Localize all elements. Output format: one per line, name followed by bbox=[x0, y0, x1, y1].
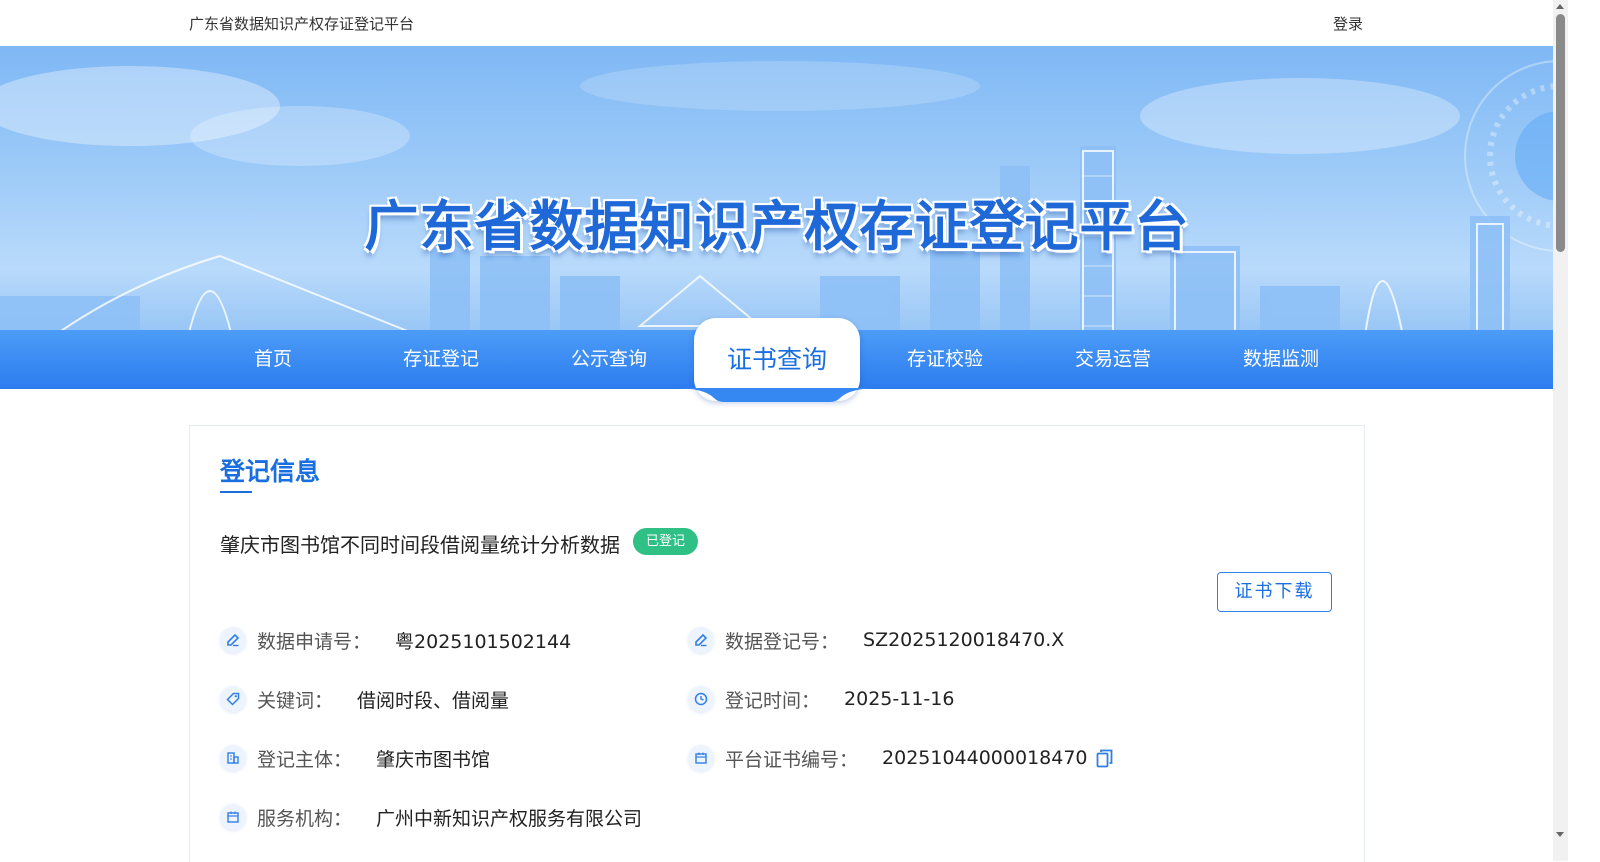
field-certificate-no: 平台证书编号： 20251044000018470 bbox=[688, 743, 1113, 773]
nav-item-home[interactable]: 首页 bbox=[189, 330, 357, 389]
field-label: 登记时间： bbox=[725, 689, 821, 712]
field-label: 数据申请号： bbox=[257, 630, 372, 653]
nav-item-public-query[interactable]: 公示查询 bbox=[525, 330, 693, 389]
registration-info-card: 登记信息 肇庆市图书馆不同时间段借阅量统计分析数据 已登记 证书下载 数据申请号… bbox=[189, 425, 1365, 862]
scrollbar-thumb[interactable] bbox=[1556, 14, 1565, 252]
calendar-icon bbox=[688, 745, 714, 771]
nav-item-data-monitoring[interactable]: 数据监测 bbox=[1197, 330, 1365, 389]
field-value: 粤2025101502144 bbox=[395, 630, 572, 653]
field-label: 登记主体： bbox=[257, 748, 353, 771]
field-registration-no: 数据登记号： SZ2025120018470.X bbox=[688, 625, 1064, 655]
login-link[interactable]: 登录 bbox=[1333, 13, 1363, 34]
copy-icon[interactable] bbox=[1096, 749, 1113, 768]
nav-item-deposit-verification[interactable]: 存证校验 bbox=[861, 330, 1029, 389]
field-value: 2025-11-16 bbox=[844, 688, 955, 710]
page-scrollbar[interactable] bbox=[1553, 0, 1568, 861]
field-label: 平台证书编号： bbox=[725, 748, 859, 771]
main-nav: 首页 存证登记 公示查询 证书查询 存证校验 交易运营 数据监测 bbox=[0, 318, 1553, 401]
field-keywords: 关键词： 借阅时段、借阅量 bbox=[220, 684, 509, 714]
scroll-up-icon[interactable] bbox=[1556, 4, 1564, 9]
edit-icon bbox=[688, 627, 714, 653]
field-value: 广州中新知识产权服务有限公司 bbox=[376, 807, 643, 830]
field-label: 关键词： bbox=[257, 689, 334, 712]
field-value: 肇庆市图书馆 bbox=[376, 748, 491, 771]
record-title: 肇庆市图书馆不同时间段借阅量统计分析数据 bbox=[220, 533, 620, 557]
status-badge: 已登记 bbox=[633, 528, 699, 555]
top-bar: 广东省数据知识产权存证登记平台 登录 bbox=[0, 0, 1553, 47]
edit-icon bbox=[220, 627, 246, 653]
field-label: 数据登记号： bbox=[725, 630, 840, 653]
field-value: 20251044000018470 bbox=[882, 747, 1088, 769]
section-title-underline bbox=[220, 491, 252, 493]
field-value: SZ2025120018470.X bbox=[863, 629, 1065, 651]
clock-icon bbox=[688, 686, 714, 712]
nav-item-deposit-registration[interactable]: 存证登记 bbox=[357, 330, 525, 389]
banner-title: 广东省数据知识产权存证登记平台 bbox=[364, 195, 1190, 258]
calendar-icon bbox=[220, 804, 246, 830]
building-icon bbox=[220, 745, 246, 771]
field-subject: 登记主体： 肇庆市图书馆 bbox=[220, 743, 490, 773]
nav-active-notch bbox=[674, 388, 880, 402]
field-value: 借阅时段、借阅量 bbox=[357, 689, 510, 712]
field-registration-time: 登记时间： 2025-11-16 bbox=[688, 684, 954, 714]
field-application-no: 数据申请号： 粤2025101502144 bbox=[220, 625, 571, 655]
field-service-org: 服务机构： 广州中新知识产权服务有限公司 bbox=[220, 802, 642, 832]
section-title: 登记信息 bbox=[220, 457, 321, 486]
tag-icon bbox=[220, 686, 246, 712]
scroll-down-icon[interactable] bbox=[1556, 832, 1564, 837]
site-name: 广东省数据知识产权存证登记平台 bbox=[189, 15, 415, 33]
field-label: 服务机构： bbox=[257, 807, 353, 830]
certificate-download-button[interactable]: 证书下载 bbox=[1217, 572, 1332, 612]
nav-item-trade-operation[interactable]: 交易运营 bbox=[1029, 330, 1197, 389]
